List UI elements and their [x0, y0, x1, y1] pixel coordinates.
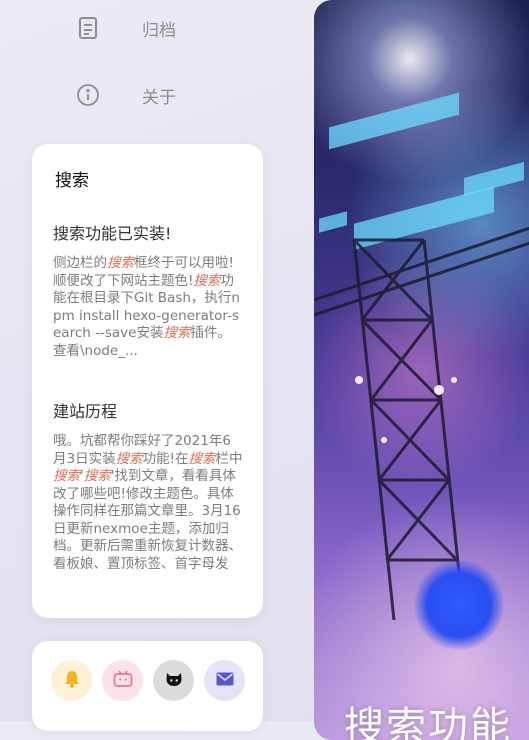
- bilibili-icon: [113, 670, 133, 692]
- sidebar: 归档 关于 搜索 搜索功能已实装! 侧边栏的搜索框终于可以用啦!顺便改了下网站主…: [0, 0, 288, 731]
- info-icon: [76, 83, 100, 107]
- bilibili-button[interactable]: [102, 660, 143, 701]
- stage-light-beam: [329, 92, 459, 150]
- search-result-title[interactable]: 搜索功能已实装!: [53, 223, 243, 245]
- nav-item-archive[interactable]: 归档: [76, 13, 176, 43]
- bell-icon: [64, 670, 80, 692]
- social-links-widget: [32, 641, 263, 731]
- search-widget-title: 搜索: [55, 171, 89, 191]
- nav-about-label: 关于: [142, 87, 176, 108]
- social-links-row: [51, 660, 245, 701]
- search-result-item[interactable]: 建站历程 哦。坑都帮你踩好了2021年6月3日实装搜索功能!在搜索栏中搜索'搜索…: [53, 401, 243, 573]
- bell-button[interactable]: [51, 660, 92, 701]
- search-result-item[interactable]: 搜索功能已实装! 侧边栏的搜索框终于可以用啦!顺便改了下网站主题色!搜索功能在根…: [53, 223, 243, 361]
- nav-item-about[interactable]: 关于: [76, 80, 176, 110]
- mail-icon: [216, 671, 234, 690]
- github-icon: [164, 669, 184, 693]
- search-result-excerpt: 哦。坑都帮你踩好了2021年6月3日实装搜索功能!在搜索栏中搜索'搜索'找到文章…: [53, 433, 243, 572]
- stage-truss-illustration: [314, 226, 529, 620]
- github-button[interactable]: [153, 660, 194, 701]
- hero-title: 搜索功能: [344, 704, 512, 740]
- glow-orb: [414, 560, 504, 650]
- search-result-title[interactable]: 建站历程: [53, 401, 243, 423]
- mail-button[interactable]: [204, 660, 245, 701]
- nav-archive-label: 归档: [142, 20, 176, 41]
- archive-icon: [76, 16, 100, 40]
- hero-banner[interactable]: 搜索功能: [314, 0, 529, 740]
- search-result-excerpt: 侧边栏的搜索框终于可以用啦!顺便改了下网站主题色!搜索功能在根目录下Git Ba…: [53, 255, 240, 359]
- search-widget: 搜索 搜索功能已实装! 侧边栏的搜索框终于可以用啦!顺便改了下网站主题色!搜索功…: [32, 144, 263, 618]
